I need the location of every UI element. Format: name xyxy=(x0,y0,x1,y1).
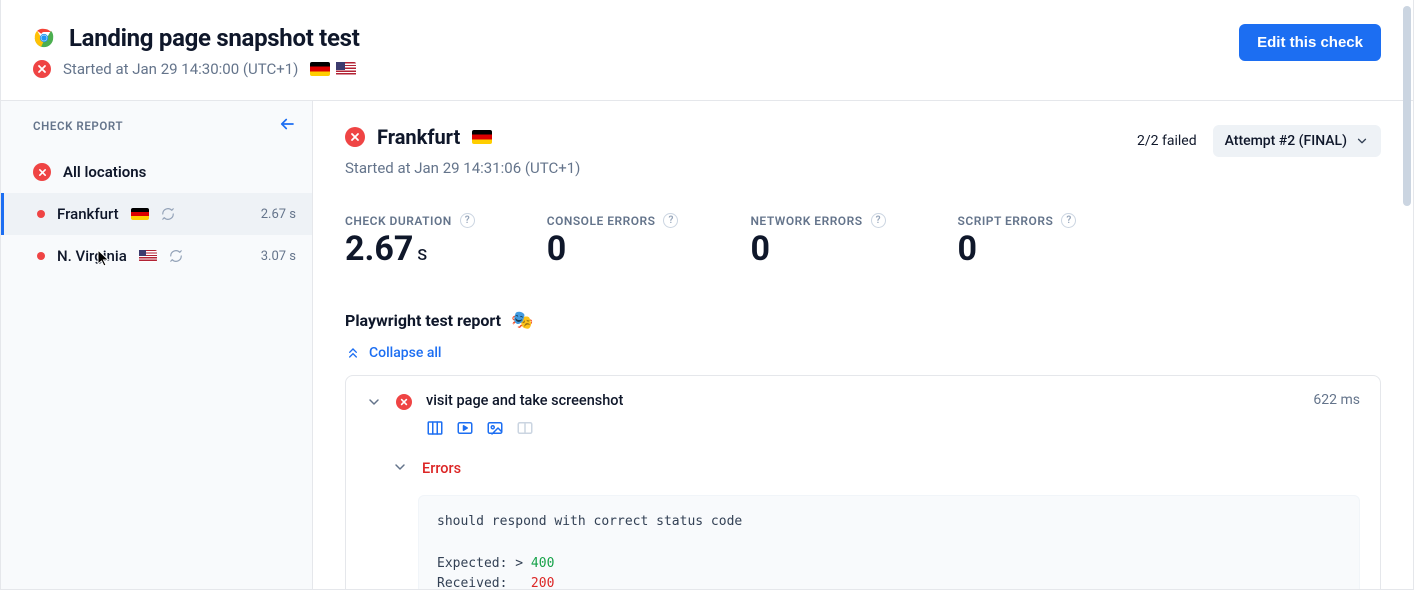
help-icon[interactable]: ? xyxy=(871,213,886,228)
scrollbar-thumb[interactable] xyxy=(1403,6,1411,206)
body: CHECK REPORT All locations Frankfurt xyxy=(1,101,1413,589)
main-head: Frankfurt Started at Jan 29 14:31:06 (UT… xyxy=(345,125,1381,177)
test-duration: 622 ms xyxy=(1313,392,1360,408)
main-content: Frankfurt Started at Jan 29 14:31:06 (UT… xyxy=(313,101,1413,589)
page-header-left: Landing page snapshot test Started at Ja… xyxy=(33,24,360,78)
diff-icon xyxy=(516,419,534,437)
sidebar-header-label: CHECK REPORT xyxy=(33,119,123,133)
sidebar-item-label: All locations xyxy=(63,163,146,181)
edit-check-button[interactable]: Edit this check xyxy=(1239,24,1381,61)
metric-label: CHECK DURATION xyxy=(345,214,452,228)
expand-test-button[interactable] xyxy=(366,394,382,414)
errors-toggle[interactable]: Errors xyxy=(392,457,1360,479)
help-icon[interactable]: ? xyxy=(663,213,678,228)
test-title-block: visit page and take screenshot xyxy=(426,392,623,437)
code-expected-value: 400 xyxy=(531,556,554,571)
collapse-all-button[interactable]: Collapse all xyxy=(345,345,1381,361)
metric-label: NETWORK ERRORS xyxy=(750,214,862,228)
code-expected-label: Expected: > xyxy=(437,556,531,571)
report-title-row: Playwright test report 🎭 xyxy=(345,310,1381,331)
attempt-label: Attempt #2 (FINAL) xyxy=(1225,133,1347,149)
metric-script-errors: SCRIPT ERRORS ? 0 xyxy=(958,213,1077,266)
trace-icon[interactable] xyxy=(426,419,444,437)
sidebar-item-n-virginia[interactable]: N. Virginia 3.07 s xyxy=(1,235,312,277)
sidebar-header: CHECK REPORT xyxy=(1,101,312,151)
errors-label: Errors xyxy=(422,460,461,477)
sidebar-item-all-locations[interactable]: All locations xyxy=(1,151,312,193)
flag-de-icon xyxy=(310,62,330,76)
sidebar-item-label: N. Virginia xyxy=(57,247,127,265)
status-badge-fail xyxy=(33,60,51,78)
sidebar-item-label: Frankfurt xyxy=(57,205,119,223)
main-head-right: 2/2 failed Attempt #2 (FINAL) xyxy=(1137,125,1381,157)
report-title: Playwright test report xyxy=(345,311,501,330)
metric-console-errors: CONSOLE ERRORS ? 0 xyxy=(547,213,679,266)
metric-check-duration: CHECK DURATION ? 2.67 S xyxy=(345,213,475,266)
flag-us-icon xyxy=(139,250,157,262)
started-at-text: Started at Jan 29 14:30:00 (UTC+1) xyxy=(63,60,298,78)
test-title: visit page and take screenshot xyxy=(426,392,623,409)
screenshot-icon[interactable] xyxy=(486,419,504,437)
page-title: Landing page snapshot test xyxy=(69,24,360,52)
page-header: Landing page snapshot test Started at Ja… xyxy=(1,0,1413,101)
flag-de-icon xyxy=(472,130,492,144)
test-tool-icons xyxy=(426,419,623,437)
collapse-all-label: Collapse all xyxy=(369,345,442,361)
flag-us-icon xyxy=(336,62,356,76)
sidebar: CHECK REPORT All locations Frankfurt xyxy=(1,101,313,589)
status-dot-fail xyxy=(37,210,45,218)
metric-value: 0 xyxy=(958,232,978,266)
video-icon[interactable] xyxy=(456,419,474,437)
test-card: visit page and take screenshot xyxy=(345,375,1381,589)
status-dot-fail xyxy=(37,252,45,260)
help-icon[interactable]: ? xyxy=(1061,213,1076,228)
metric-label: SCRIPT ERRORS xyxy=(958,214,1054,228)
retry-icon xyxy=(161,207,175,221)
main-title-row: Frankfurt xyxy=(345,125,580,149)
status-badge-fail xyxy=(33,163,51,181)
metric-unit: S xyxy=(417,247,427,263)
sidebar-item-time: 3.07 s xyxy=(261,249,296,264)
sidebar-item-time: 2.67 s xyxy=(261,207,296,222)
app-window: Landing page snapshot test Started at Ja… xyxy=(0,0,1414,590)
chevron-down-icon xyxy=(392,459,408,479)
status-badge-fail xyxy=(345,127,365,147)
main-head-left: Frankfurt Started at Jan 29 14:31:06 (UT… xyxy=(345,125,580,177)
sidebar-item-frankfurt[interactable]: Frankfurt 2.67 s xyxy=(1,193,312,235)
failed-summary: 2/2 failed xyxy=(1137,133,1197,149)
metric-value: 2.67 xyxy=(345,232,413,266)
code-line: should respond with correct status code xyxy=(437,514,742,529)
playwright-logo-icon: 🎭 xyxy=(511,310,533,331)
location-title: Frankfurt xyxy=(377,125,460,149)
collapse-sidebar-button[interactable] xyxy=(278,115,296,137)
retry-icon xyxy=(169,249,183,263)
chrome-icon xyxy=(33,27,55,49)
scrollbar[interactable] xyxy=(1403,0,1411,589)
collapse-icon xyxy=(345,345,361,361)
test-card-head: visit page and take screenshot xyxy=(366,392,1360,437)
metric-label: CONSOLE ERRORS xyxy=(547,214,656,228)
metric-value: 0 xyxy=(750,232,770,266)
attempt-select[interactable]: Attempt #2 (FINAL) xyxy=(1213,125,1381,157)
code-received-value: 200 xyxy=(531,576,554,589)
metric-network-errors: NETWORK ERRORS ? 0 xyxy=(750,213,885,266)
metrics-row: CHECK DURATION ? 2.67 S CONSOLE ERRORS ?… xyxy=(345,213,1381,266)
subtitle-row: Started at Jan 29 14:30:00 (UTC+1) xyxy=(33,60,360,78)
code-received-label: Received: xyxy=(437,576,531,589)
title-row: Landing page snapshot test xyxy=(33,24,360,52)
main-started-at: Started at Jan 29 14:31:06 (UTC+1) xyxy=(345,159,580,177)
flag-de-icon xyxy=(131,208,149,220)
status-badge-fail xyxy=(396,394,412,410)
help-icon[interactable]: ? xyxy=(460,213,475,228)
metric-value: 0 xyxy=(547,232,567,266)
error-code-block: should respond with correct status code … xyxy=(418,495,1360,589)
chevron-down-icon xyxy=(1355,134,1369,148)
header-flags xyxy=(310,62,356,76)
